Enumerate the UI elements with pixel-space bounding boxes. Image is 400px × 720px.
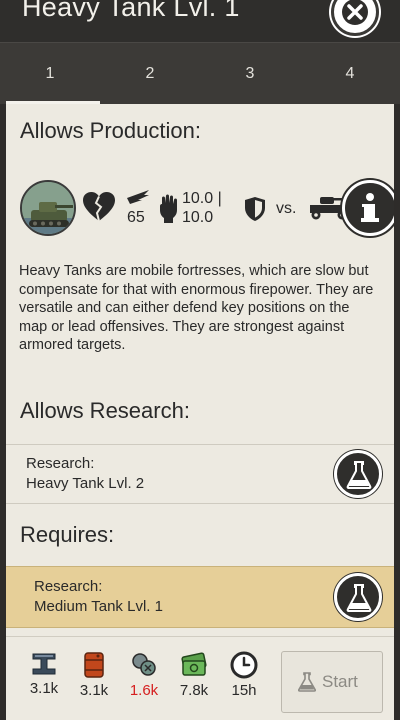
versus-label: vs. (276, 200, 297, 217)
cost-value-insufficient: 1.6k (129, 682, 159, 699)
allows-research-heading: Allows Research: (20, 398, 190, 423)
steel-icon (32, 653, 56, 675)
shield-icon (245, 197, 265, 221)
cost-bar: 3.1k 3.1k 1.6k 7.8k 15h Start (6, 636, 394, 720)
start-button[interactable]: Start (281, 651, 383, 713)
start-button-label: Start (322, 672, 358, 691)
research-item-name: Heavy Tank Lvl. 2 (26, 475, 145, 492)
money-icon (181, 652, 207, 676)
cost-time: 15h (224, 651, 264, 699)
page-title: Heavy Tank Lvl. 1 (22, 0, 240, 22)
close-button[interactable] (331, 0, 379, 36)
research-item-heavy-tank-2[interactable]: Research: Heavy Tank Lvl. 2 (6, 444, 394, 504)
damage-value: 10.0 | (182, 190, 222, 207)
title-bar: Heavy Tank Lvl. 1 (0, 0, 400, 42)
broken-heart-icon (83, 192, 115, 222)
unit-description: Heavy Tanks are mobile fortresses, which… (19, 263, 374, 353)
tab-level-2[interactable]: 2 (100, 43, 200, 104)
allows-production-heading: Allows Production: (20, 118, 201, 143)
tab-level-3[interactable]: 3 (200, 43, 300, 104)
level-tabs: 1 2 3 4 (0, 42, 400, 104)
rare-materials-icon (132, 653, 156, 676)
speed-value: 65 (127, 209, 145, 226)
cost-value: 3.1k (29, 680, 59, 697)
required-item-name: Medium Tank Lvl. 1 (34, 598, 163, 615)
unit-stats-row: 65 10.0 | 10.0 vs. (20, 180, 394, 236)
cost-rare-materials: 1.6k (124, 651, 164, 699)
research-flask-button[interactable] (334, 450, 382, 498)
cost-value: 15h (231, 682, 257, 699)
info-button[interactable] (342, 180, 394, 236)
flask-icon (346, 584, 372, 612)
tab-level-1[interactable]: 1 (0, 43, 100, 104)
tab-level-4[interactable]: 4 (300, 43, 400, 104)
required-item-kind: Research: (34, 578, 103, 595)
oil-barrel-icon (84, 652, 104, 678)
heavy-tank-icon (22, 182, 74, 234)
cost-value: 3.1k (79, 682, 109, 699)
info-icon (361, 193, 379, 222)
cost-money: 7.8k (174, 651, 214, 699)
flask-icon (298, 672, 316, 692)
research-item-kind: Research: (26, 455, 95, 472)
cost-value: 7.8k (179, 682, 209, 699)
required-flask-button[interactable] (334, 573, 382, 621)
heavy-tank-avatar[interactable] (20, 180, 76, 236)
flask-icon (346, 461, 372, 489)
damage-value-secondary: 10.0 (182, 209, 214, 226)
cost-steel: 3.1k (24, 651, 64, 697)
content-panel: Allows Production: 65 10.0 | 10.0 vs. He… (6, 104, 394, 636)
required-item-medium-tank-1[interactable]: Research: Medium Tank Lvl. 1 (6, 566, 394, 628)
speed-wing-icon (127, 190, 149, 204)
fist-icon (160, 194, 177, 223)
cost-oil: 3.1k (74, 651, 114, 699)
clock-icon (230, 651, 258, 679)
close-icon (342, 0, 368, 25)
requires-heading: Requires: (20, 522, 115, 547)
